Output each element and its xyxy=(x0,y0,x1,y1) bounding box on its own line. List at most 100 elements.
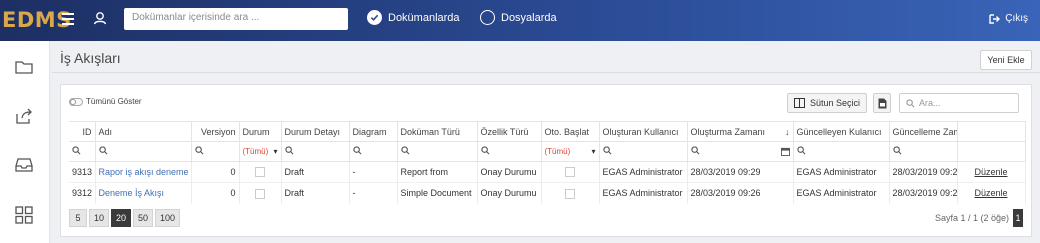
filter-row: (Tümü) ▾ (Tümü) ▾ xyxy=(69,141,1026,162)
table-row[interactable]: 9312 Deneme İş Akışı 0 Draft - Simple Do… xyxy=(69,182,1026,204)
table-header-row: ID Adı Versiyon Durum Durum Detayı Diagr… xyxy=(69,121,1026,142)
col-header-updater[interactable]: Güncelleyen Kulanıcı xyxy=(793,121,890,142)
page-title: İş Akışları xyxy=(60,50,121,66)
grid-search-input[interactable]: Ara... xyxy=(899,93,1019,113)
col-header-created-label: Oluşturma Zamanı xyxy=(690,126,766,137)
logout-button[interactable]: Çıkış xyxy=(989,13,1028,24)
scope-radio-folders[interactable]: Dosyalarda xyxy=(480,10,557,25)
page-size-20[interactable]: 20 xyxy=(111,209,132,227)
col-header-auto-start[interactable]: Oto. Başlat xyxy=(541,121,600,142)
cell-updated: 28/03/2019 09:26 xyxy=(889,182,958,204)
filter-cell-actions xyxy=(957,141,1026,162)
column-chooser-button[interactable]: Sütun Seçici xyxy=(787,93,868,113)
filter-all-label: (Tümü) xyxy=(242,147,269,156)
filter-cell-updater[interactable] xyxy=(793,141,890,162)
global-search-input[interactable]: Dokümanlar içerisinde ara ... xyxy=(124,8,348,30)
workflow-name-link[interactable]: Deneme İş Akışı xyxy=(99,188,165,198)
filter-cell-name[interactable] xyxy=(95,141,192,162)
col-header-doc-type[interactable]: Doküman Türü xyxy=(397,121,478,142)
edit-link[interactable]: Düzenle xyxy=(974,188,1007,198)
search-icon xyxy=(892,146,901,155)
dropdown-arrow-icon: ▾ xyxy=(591,147,596,156)
page-button-current[interactable]: 1 xyxy=(1013,209,1023,227)
status-checkbox xyxy=(255,188,265,199)
logout-label: Çıkış xyxy=(1005,13,1028,24)
search-icon xyxy=(72,146,81,155)
filter-cell-prop-type[interactable] xyxy=(477,141,542,162)
search-icon xyxy=(480,146,489,155)
sort-down-icon: ↓ xyxy=(785,126,790,137)
workflow-name-link[interactable]: Rapor iş akışı deneme xyxy=(99,167,189,177)
cell-id: 9312 xyxy=(69,182,96,204)
table-row[interactable]: 9313 Rapor iş akışı deneme 0 Draft - Rep… xyxy=(69,161,1026,183)
cell-name[interactable]: Deneme İş Akışı xyxy=(95,182,192,204)
cell-actions[interactable]: Düzenle xyxy=(957,182,1026,204)
logout-icon xyxy=(989,13,1001,24)
col-header-status-detail[interactable]: Durum Detayı xyxy=(281,121,350,142)
show-all-toggle[interactable]: Tümünü Göster xyxy=(69,97,142,106)
page-size-50[interactable]: 50 xyxy=(133,209,154,227)
cell-updater: EGAS Administrator xyxy=(793,161,890,183)
inbox-icon[interactable] xyxy=(14,155,34,175)
auto-start-checkbox xyxy=(565,188,575,199)
col-header-diagram[interactable]: Diagram xyxy=(349,121,398,142)
search-icon xyxy=(690,146,699,155)
grid-icon[interactable] xyxy=(14,205,34,225)
export-button[interactable] xyxy=(873,93,891,113)
col-header-prop-type[interactable]: Özellik Türü xyxy=(477,121,542,142)
cell-created: 28/03/2019 09:26 xyxy=(687,182,794,204)
cell-actions[interactable]: Düzenle xyxy=(957,161,1026,183)
scope-radio-label: Dokümanlarda xyxy=(388,11,460,24)
user-icon[interactable] xyxy=(92,10,108,26)
filter-cell-status[interactable]: (Tümü) ▾ xyxy=(239,141,282,162)
cell-prop-type: Onay Durumu xyxy=(477,182,542,204)
page-size-5[interactable]: 5 xyxy=(69,209,87,227)
col-header-name[interactable]: Adı xyxy=(95,121,192,142)
workflow-table: ID Adı Versiyon Durum Durum Detayı Diagr… xyxy=(69,121,1026,204)
toggle-switch[interactable] xyxy=(69,97,83,106)
share-icon[interactable] xyxy=(14,106,34,126)
cell-name[interactable]: Rapor iş akışı deneme xyxy=(95,161,192,183)
filter-cell-doc-type[interactable] xyxy=(397,141,478,162)
col-header-id[interactable]: ID xyxy=(69,121,96,142)
cell-doc-type: Report from xyxy=(397,161,478,183)
menu-icon[interactable] xyxy=(62,13,74,25)
scope-radio-documents[interactable]: Dokümanlarda xyxy=(367,10,460,25)
checkmark-icon xyxy=(367,10,382,25)
new-workflow-button[interactable]: Yeni Ekle xyxy=(980,50,1032,70)
cell-updater: EGAS Administrator xyxy=(793,182,890,204)
col-header-version[interactable]: Versiyon xyxy=(191,121,240,142)
page-size-10[interactable]: 10 xyxy=(89,209,110,227)
filter-cell-status-detail[interactable] xyxy=(281,141,350,162)
cell-version: 0 xyxy=(191,182,240,204)
search-icon xyxy=(194,146,203,155)
filter-cell-created[interactable] xyxy=(687,141,794,162)
calendar-icon[interactable] xyxy=(780,147,790,156)
filter-cell-id[interactable] xyxy=(69,141,96,162)
col-header-created[interactable]: Oluşturma Zamanı ↓ xyxy=(687,121,794,142)
cell-auto-start xyxy=(541,161,600,183)
workflow-grid-panel: Tümünü Göster Sütun Seçici Ara... ID Adı… xyxy=(60,84,1032,237)
page-info-text: Sayfa 1 / 1 (2 öğe) xyxy=(934,213,1009,223)
filter-cell-updated[interactable] xyxy=(889,141,958,162)
filter-cell-auto-start[interactable]: (Tümü) ▾ xyxy=(541,141,600,162)
filter-cell-version[interactable] xyxy=(191,141,240,162)
col-header-updated[interactable]: Güncelleme Zam xyxy=(889,121,958,142)
cell-status xyxy=(239,161,282,183)
pagination: Sayfa 1 / 1 (2 öğe) 1 xyxy=(935,209,1023,227)
filter-cell-diagram[interactable] xyxy=(349,141,398,162)
folder-icon[interactable] xyxy=(14,57,34,77)
scope-radio-label: Dosyalarda xyxy=(501,11,557,24)
cell-version: 0 xyxy=(191,161,240,183)
filter-cell-creator[interactable] xyxy=(599,141,688,162)
page-size-100[interactable]: 100 xyxy=(155,209,181,227)
search-icon xyxy=(284,146,293,155)
col-header-status[interactable]: Durum xyxy=(239,121,282,142)
search-icon xyxy=(98,146,107,155)
col-header-creator[interactable]: Oluşturan Kullanıcı xyxy=(599,121,688,142)
export-file-icon xyxy=(878,98,886,108)
search-icon xyxy=(602,146,611,155)
edit-link[interactable]: Düzenle xyxy=(974,167,1007,177)
search-icon xyxy=(796,146,805,155)
sidebar xyxy=(0,41,50,243)
